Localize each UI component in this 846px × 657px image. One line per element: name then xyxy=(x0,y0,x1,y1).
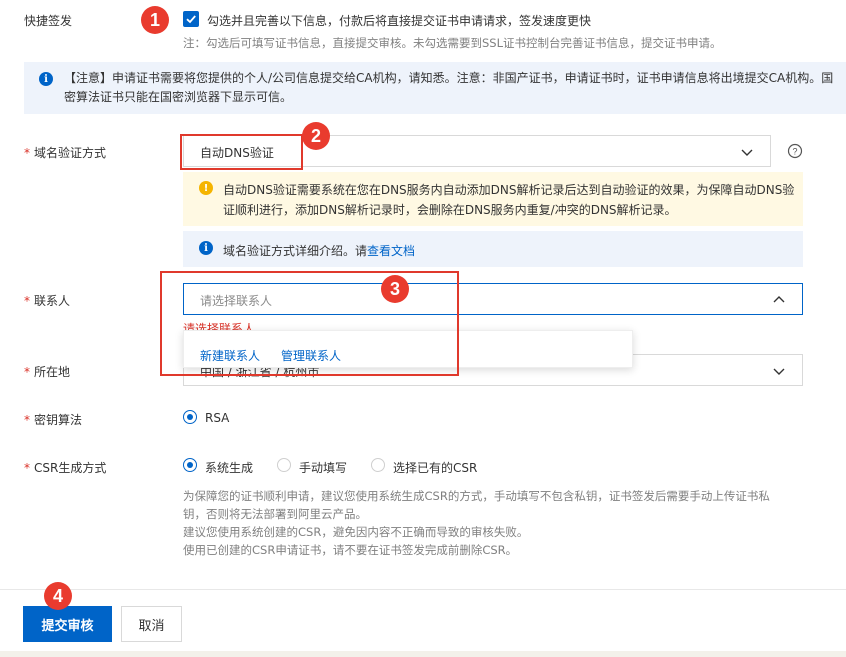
dns-warning-line2: 证顺利进行，添加DNS解析记录时，会删除在DNS服务内重复/冲突的DNS解析记录… xyxy=(223,203,677,217)
info-icon: i xyxy=(199,241,213,255)
chevron-down-icon xyxy=(773,368,785,375)
annotation-box-2 xyxy=(180,134,303,170)
csr-manual-label: 手动填写 xyxy=(299,461,348,475)
key-algo-label: * 密钥算法 xyxy=(24,413,83,427)
callout-3: 3 xyxy=(381,275,409,303)
bottom-strip xyxy=(0,651,846,657)
annotation-box-3 xyxy=(160,271,459,376)
rsa-radio[interactable] xyxy=(183,410,197,424)
dns-warning-box: ! 自动DNS验证需要系统在您在DNS服务内自动添加DNS解析记录后达到自动验证… xyxy=(183,172,803,226)
quick-issue-label: 快捷签发 xyxy=(24,14,73,28)
check-icon xyxy=(186,15,196,24)
contact-label: * 联系人 xyxy=(24,294,71,308)
rsa-radio-label: RSA xyxy=(205,411,230,425)
csr-help-text: 为保障您的证书顺利申请，建议您使用系统生成CSR的方式，手动填写不包含私钥，证书… xyxy=(183,489,770,557)
dns-info-box: i 域名验证方式详细介绍。请查看文档 xyxy=(183,231,803,267)
help-icon[interactable]: ? xyxy=(787,143,803,159)
notice-text-line1: 【注意】申请证书需要将您提供的个人/公司信息提交给CA机构，请知悉。注意：非国产… xyxy=(64,71,834,85)
csr-manual-radio[interactable] xyxy=(277,458,291,472)
callout-1: 1 xyxy=(141,6,169,34)
csr-label: * CSR生成方式 xyxy=(24,461,107,475)
svg-text:?: ? xyxy=(792,147,797,157)
csr-existing-radio[interactable] xyxy=(371,458,385,472)
notice-banner: i 【注意】申请证书需要将您提供的个人/公司信息提交给CA机构，请知悉。注意：非… xyxy=(24,62,846,114)
quick-issue-checkbox[interactable] xyxy=(183,11,199,27)
warning-icon: ! xyxy=(199,181,213,195)
chevron-down-icon xyxy=(741,149,753,156)
submit-review-button[interactable]: 提交审核 xyxy=(23,606,112,642)
dns-warning-line1: 自动DNS验证需要系统在您在DNS服务内自动添加DNS解析记录后达到自动验证的效… xyxy=(223,183,795,197)
view-docs-link[interactable]: 查看文档 xyxy=(367,244,415,258)
quick-issue-note: 注：勾选后可填写证书信息，直接提交审核。未勾选需要到SSL证书控制台完善证书信息… xyxy=(183,36,722,50)
chevron-up-icon xyxy=(773,296,785,303)
quick-issue-checkbox-text: 勾选并且完善以下信息，付款后将直接提交证书申请请求，签发速度更快 xyxy=(207,14,592,28)
callout-2: 2 xyxy=(302,122,330,150)
callout-4: 4 xyxy=(44,582,72,610)
info-icon: i xyxy=(39,72,53,86)
csr-existing-label: 选择已有的CSR xyxy=(393,461,478,475)
domain-verify-label: * 域名验证方式 xyxy=(24,146,107,160)
notice-text-line2: 密算法证书只能在国密浏览器下显示可信。 xyxy=(64,90,293,104)
cancel-button[interactable]: 取消 xyxy=(121,606,182,642)
footer-divider xyxy=(0,589,846,590)
location-label: * 所在地 xyxy=(24,365,71,379)
csr-system-radio[interactable] xyxy=(183,458,197,472)
csr-system-label: 系统生成 xyxy=(205,461,254,475)
dns-info-text: 域名验证方式详细介绍。请 xyxy=(223,244,368,258)
